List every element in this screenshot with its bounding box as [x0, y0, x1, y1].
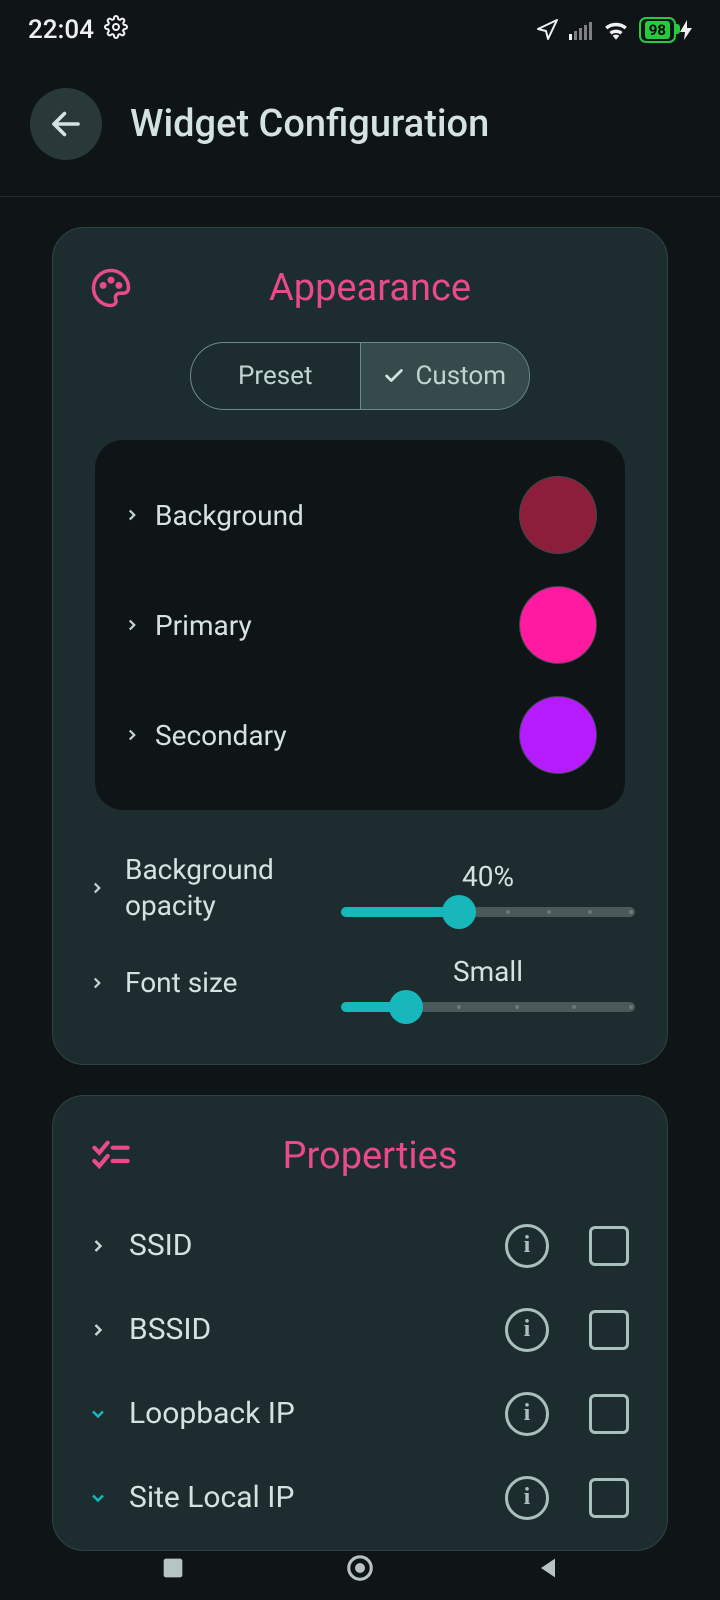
- property-label: Loopback IP: [129, 1396, 487, 1431]
- color-background-label: Background: [155, 499, 304, 532]
- font-size-label: Font size: [125, 965, 325, 1001]
- app-header: Widget Configuration: [0, 60, 720, 197]
- property-row: Site Local IP i: [81, 1456, 639, 1540]
- appearance-title: Appearance: [101, 266, 639, 310]
- chevron-right-icon[interactable]: [85, 1236, 111, 1256]
- info-button[interactable]: i: [505, 1224, 549, 1268]
- appearance-card: Appearance Preset Custom Background: [52, 227, 668, 1065]
- wifi-icon: [603, 20, 629, 40]
- color-background-swatch[interactable]: [519, 476, 597, 554]
- color-row-secondary[interactable]: Secondary: [123, 680, 597, 790]
- property-row: BSSID i: [81, 1288, 639, 1372]
- settings-gear-icon: [104, 15, 128, 46]
- opacity-label: Background opacity: [125, 852, 325, 925]
- property-checkbox[interactable]: [589, 1394, 629, 1434]
- property-label: Site Local IP: [129, 1480, 487, 1515]
- color-primary-swatch[interactable]: [519, 586, 597, 664]
- location-icon: [535, 18, 559, 42]
- arrow-left-icon: [48, 106, 84, 142]
- property-checkbox[interactable]: [589, 1478, 629, 1518]
- color-row-background[interactable]: Background: [123, 460, 597, 570]
- properties-title: Properties: [101, 1134, 639, 1178]
- back-button[interactable]: [30, 88, 102, 160]
- color-secondary-label: Secondary: [155, 719, 287, 752]
- tab-preset[interactable]: Preset: [191, 343, 361, 409]
- property-label: SSID: [129, 1228, 487, 1263]
- property-row: SSID i: [81, 1204, 639, 1288]
- appearance-mode-segmented: Preset Custom: [190, 342, 530, 410]
- font-size-slider[interactable]: [341, 1002, 635, 1012]
- color-row-primary[interactable]: Primary: [123, 570, 597, 680]
- properties-card: Properties SSIDiBSSIDiLoopback IPiSite L…: [52, 1095, 668, 1551]
- color-secondary-swatch[interactable]: [519, 696, 597, 774]
- info-button[interactable]: i: [505, 1392, 549, 1436]
- property-label: BSSID: [129, 1312, 487, 1347]
- chevron-right-icon: [123, 726, 141, 744]
- property-row: Loopback IP i: [81, 1372, 639, 1456]
- info-button[interactable]: i: [505, 1308, 549, 1352]
- property-checkbox[interactable]: [589, 1226, 629, 1266]
- check-icon: [383, 365, 405, 387]
- font-size-row: Font size Small: [81, 937, 639, 1024]
- android-nav-bar: [0, 1536, 720, 1600]
- chevron-down-icon[interactable]: [85, 1404, 111, 1424]
- nav-back-button[interactable]: [534, 1554, 562, 1582]
- property-checkbox[interactable]: [589, 1310, 629, 1350]
- opacity-row: Background opacity 40%: [81, 834, 639, 937]
- battery-icon: 98: [639, 17, 692, 43]
- status-time: 22:04: [28, 15, 94, 45]
- cellular-signal-icon: [569, 20, 593, 40]
- tab-preset-label: Preset: [238, 361, 312, 391]
- font-size-value: Small: [453, 955, 523, 988]
- chevron-right-icon[interactable]: [85, 1320, 111, 1340]
- opacity-slider[interactable]: [341, 907, 635, 917]
- color-primary-label: Primary: [155, 609, 252, 642]
- tab-custom-label: Custom: [415, 361, 506, 391]
- chevron-right-icon[interactable]: [85, 879, 109, 897]
- tab-custom[interactable]: Custom: [361, 343, 530, 409]
- info-button[interactable]: i: [505, 1476, 549, 1520]
- chevron-right-icon: [123, 616, 141, 634]
- nav-recent-button[interactable]: [159, 1554, 187, 1582]
- status-bar: 22:04 98: [0, 0, 720, 60]
- page-title: Widget Configuration: [130, 102, 489, 146]
- opacity-value: 40%: [462, 860, 514, 893]
- chevron-down-icon[interactable]: [85, 1488, 111, 1508]
- chevron-right-icon: [123, 506, 141, 524]
- chevron-right-icon[interactable]: [85, 974, 109, 992]
- nav-home-button[interactable]: [345, 1553, 375, 1583]
- color-picker-block: Background Primary Secondary: [95, 440, 625, 810]
